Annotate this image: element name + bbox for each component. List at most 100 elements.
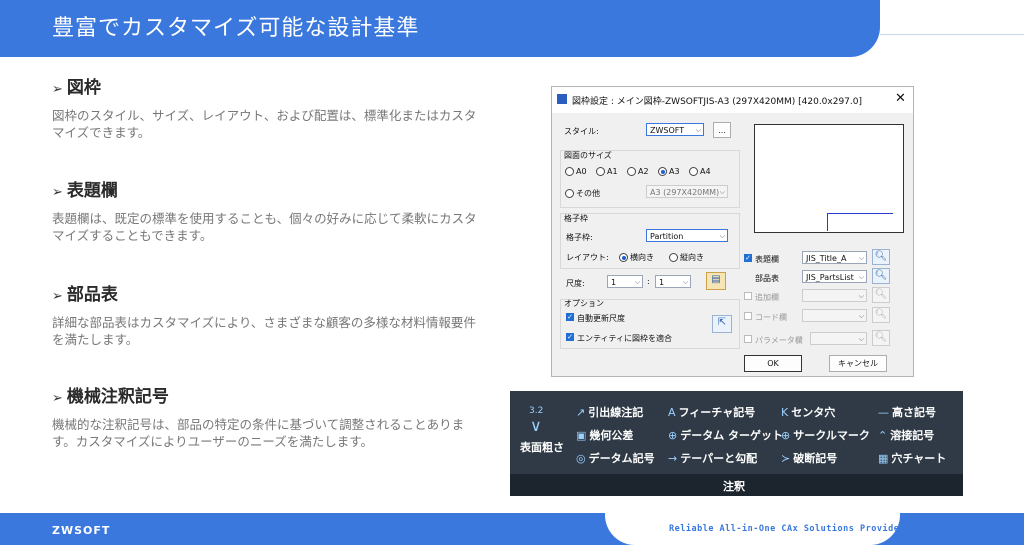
ribbon-feature-symbol[interactable]: A フィーチャ記号: [668, 404, 755, 420]
size-group-label: 図面のサイズ: [564, 151, 612, 160]
section-text-parts-list: 詳細な部品表はカスタマイズにより、さまざまな顧客の多様な材料情報要件を満たします…: [52, 315, 476, 347]
center-hole-icon: K: [781, 406, 789, 419]
app-icon: [557, 94, 567, 104]
parts-list-search-icon[interactable]: 🔍︎: [872, 268, 890, 284]
ribbon-panel-label: 注釈: [723, 480, 745, 493]
ribbon-hole-chart[interactable]: ▦ 穴チャート: [878, 450, 946, 466]
grid-group-label: 格子枠: [564, 214, 588, 223]
radio-a2[interactable]: A2: [627, 167, 649, 176]
zwsoft-logo: ZWSOFT: [52, 524, 111, 537]
code-search-icon[interactable]: 🔍︎: [872, 307, 890, 323]
header-rule: [880, 34, 1024, 35]
chevron-down-icon: ⌵: [695, 126, 701, 134]
close-icon[interactable]: ✕: [895, 91, 906, 106]
radio-other[interactable]: その他: [565, 188, 600, 199]
break-icon: ≻: [781, 452, 791, 465]
radio-a3[interactable]: A3: [658, 167, 680, 176]
scale-left-select[interactable]: 1 ⌵: [607, 275, 643, 288]
ribbon-leader-note[interactable]: ↗ 引出線注記: [576, 404, 643, 420]
param-select[interactable]: ⌵: [810, 332, 867, 345]
frame-preview: [754, 124, 904, 233]
surface-roughness-button[interactable]: 3.2 ∨ 表面粗さ: [520, 404, 564, 464]
scale-right-select[interactable]: 1 ⌵: [655, 275, 691, 288]
section-heading-title-block: ➢ 表題欄: [52, 181, 118, 201]
ribbon-height-symbol[interactable]: — 高さ記号: [878, 404, 936, 420]
ribbon-geometric-tolerance[interactable]: ▣ 幾何公差: [576, 427, 633, 443]
fit-entity-checkbox[interactable]: ✓ エンティティに図枠を適合: [566, 333, 672, 344]
leader-icon: ↗: [576, 406, 586, 419]
ribbon-datum-target[interactable]: ⊕ データム ターゲット: [668, 427, 783, 443]
datum-icon: ◎: [576, 452, 586, 465]
section-text-annotations: 機械的な注釈記号は、部品の特定の条件に基づいて調整されることあります。カスタマイ…: [52, 417, 465, 449]
ribbon-center-hole[interactable]: K センタ穴: [781, 404, 835, 420]
ribbon-taper-slope[interactable]: → テーパーと勾配: [668, 450, 757, 466]
other-size-select[interactable]: A3 (297X420MM) ⌵: [646, 185, 728, 198]
chevron-down-icon: ⌵: [634, 278, 640, 286]
section-heading-parts-list: ➢ 部品表: [52, 285, 118, 305]
chevron-down-icon: ⌵: [858, 312, 864, 320]
additional-search-icon[interactable]: 🔍︎: [872, 287, 890, 303]
code-select[interactable]: ⌵: [802, 309, 867, 322]
footer-tagline: Reliable All-in-One CAx Solutions Provid…: [669, 524, 905, 534]
ribbon-datum-symbol[interactable]: ◎ データム記号: [576, 450, 655, 466]
ribbon-circle-mark[interactable]: ⊕ サークルマーク: [781, 427, 870, 443]
param-search-icon[interactable]: 🔍︎: [872, 330, 890, 346]
section-text-title-block: 表題欄は、既定の標準を使用することも、個々の好みに応じて柔軟にカスタマイズするこ…: [52, 211, 477, 243]
feature-icon: A: [668, 406, 676, 419]
chevron-down-icon: ⌵: [858, 292, 864, 300]
ribbon-break-symbol[interactable]: ≻ 破断記号: [781, 450, 837, 466]
circle-mark-icon: ⊕: [781, 429, 791, 442]
scale-separator: :: [647, 277, 650, 286]
layout-label: レイアウト:: [566, 253, 609, 262]
title-block-checkbox[interactable]: ✓ 表題欄: [744, 254, 779, 265]
chevron-down-icon: ⌵: [858, 273, 864, 281]
weld-icon: ⌃: [878, 429, 888, 442]
param-checkbox[interactable]: パラメータ欄: [744, 335, 803, 346]
taper-icon: →: [668, 452, 678, 465]
parts-list-label: 部品表: [755, 274, 779, 283]
style-select[interactable]: ZWSOFT ⌵: [646, 123, 704, 136]
chevron-down-icon: ⌵: [858, 335, 864, 343]
chevron-down-icon: ⌵: [858, 254, 864, 262]
height-icon: —: [878, 406, 889, 419]
additional-checkbox[interactable]: 追加欄: [744, 292, 779, 303]
arrow-icon: ➢: [52, 82, 63, 97]
radio-a4[interactable]: A4: [689, 167, 711, 176]
arrow-icon: ➢: [52, 289, 63, 304]
roughness-symbol-icon: ∨: [530, 416, 542, 435]
pick-entity-icon[interactable]: ⇱: [712, 315, 732, 333]
autoupdate-checkbox[interactable]: ✓ 自動更新尺度: [566, 313, 625, 324]
parts-list-select[interactable]: JIS_PartsList ⌵: [802, 270, 867, 283]
chevron-down-icon: ⌵: [719, 188, 725, 196]
radio-a0[interactable]: A0: [565, 167, 587, 176]
ok-button[interactable]: OK: [744, 355, 802, 372]
preview-title-block: [827, 213, 893, 231]
datum-target-icon: ⊕: [668, 429, 678, 442]
radio-vertical[interactable]: 縦向き: [669, 252, 704, 263]
code-checkbox[interactable]: コード欄: [744, 312, 787, 323]
browse-button[interactable]: ...: [713, 122, 731, 138]
radio-horizontal[interactable]: 横向き: [619, 252, 654, 263]
section-text-frame: 図枠のスタイル、サイズ、レイアウト、および配置は、標準化またはカスタマイズできま…: [52, 108, 477, 140]
title-block-search-icon[interactable]: 🔍︎: [872, 249, 890, 265]
chevron-down-icon: ⌵: [719, 232, 725, 240]
arrow-icon: ➢: [52, 185, 63, 200]
title-block-select[interactable]: JIS_Title_A ⌵: [802, 251, 867, 264]
frame-settings-dialog: 図枠設定 : メイン図枠-ZWSOFTJIS-A3 (297X420MM) [4…: [551, 86, 914, 377]
surface-roughness-icon: 3.2: [529, 406, 544, 416]
grid-select[interactable]: Partition ⌵: [646, 229, 728, 242]
surface-roughness-label: 表面粗さ: [520, 441, 564, 454]
section-heading-frame: ➢ 図枠: [52, 78, 101, 98]
cancel-button[interactable]: キャンセル: [829, 355, 887, 372]
dialog-title: 図枠設定 : メイン図枠-ZWSOFTJIS-A3 (297X420MM) [4…: [572, 97, 863, 107]
additional-select[interactable]: ⌵: [802, 289, 867, 302]
tolerance-icon: ▣: [576, 429, 587, 442]
grid-label: 格子枠:: [566, 233, 593, 242]
options-group-label: オプション: [564, 299, 604, 308]
arrow-icon: ➢: [52, 391, 63, 406]
pick-scale-icon[interactable]: ▤: [706, 272, 726, 290]
ribbon-weld-symbol[interactable]: ⌃ 溶接記号: [878, 427, 934, 443]
chevron-down-icon: ⌵: [682, 278, 688, 286]
radio-a1[interactable]: A1: [596, 167, 618, 176]
style-label: スタイル:: [564, 127, 599, 136]
